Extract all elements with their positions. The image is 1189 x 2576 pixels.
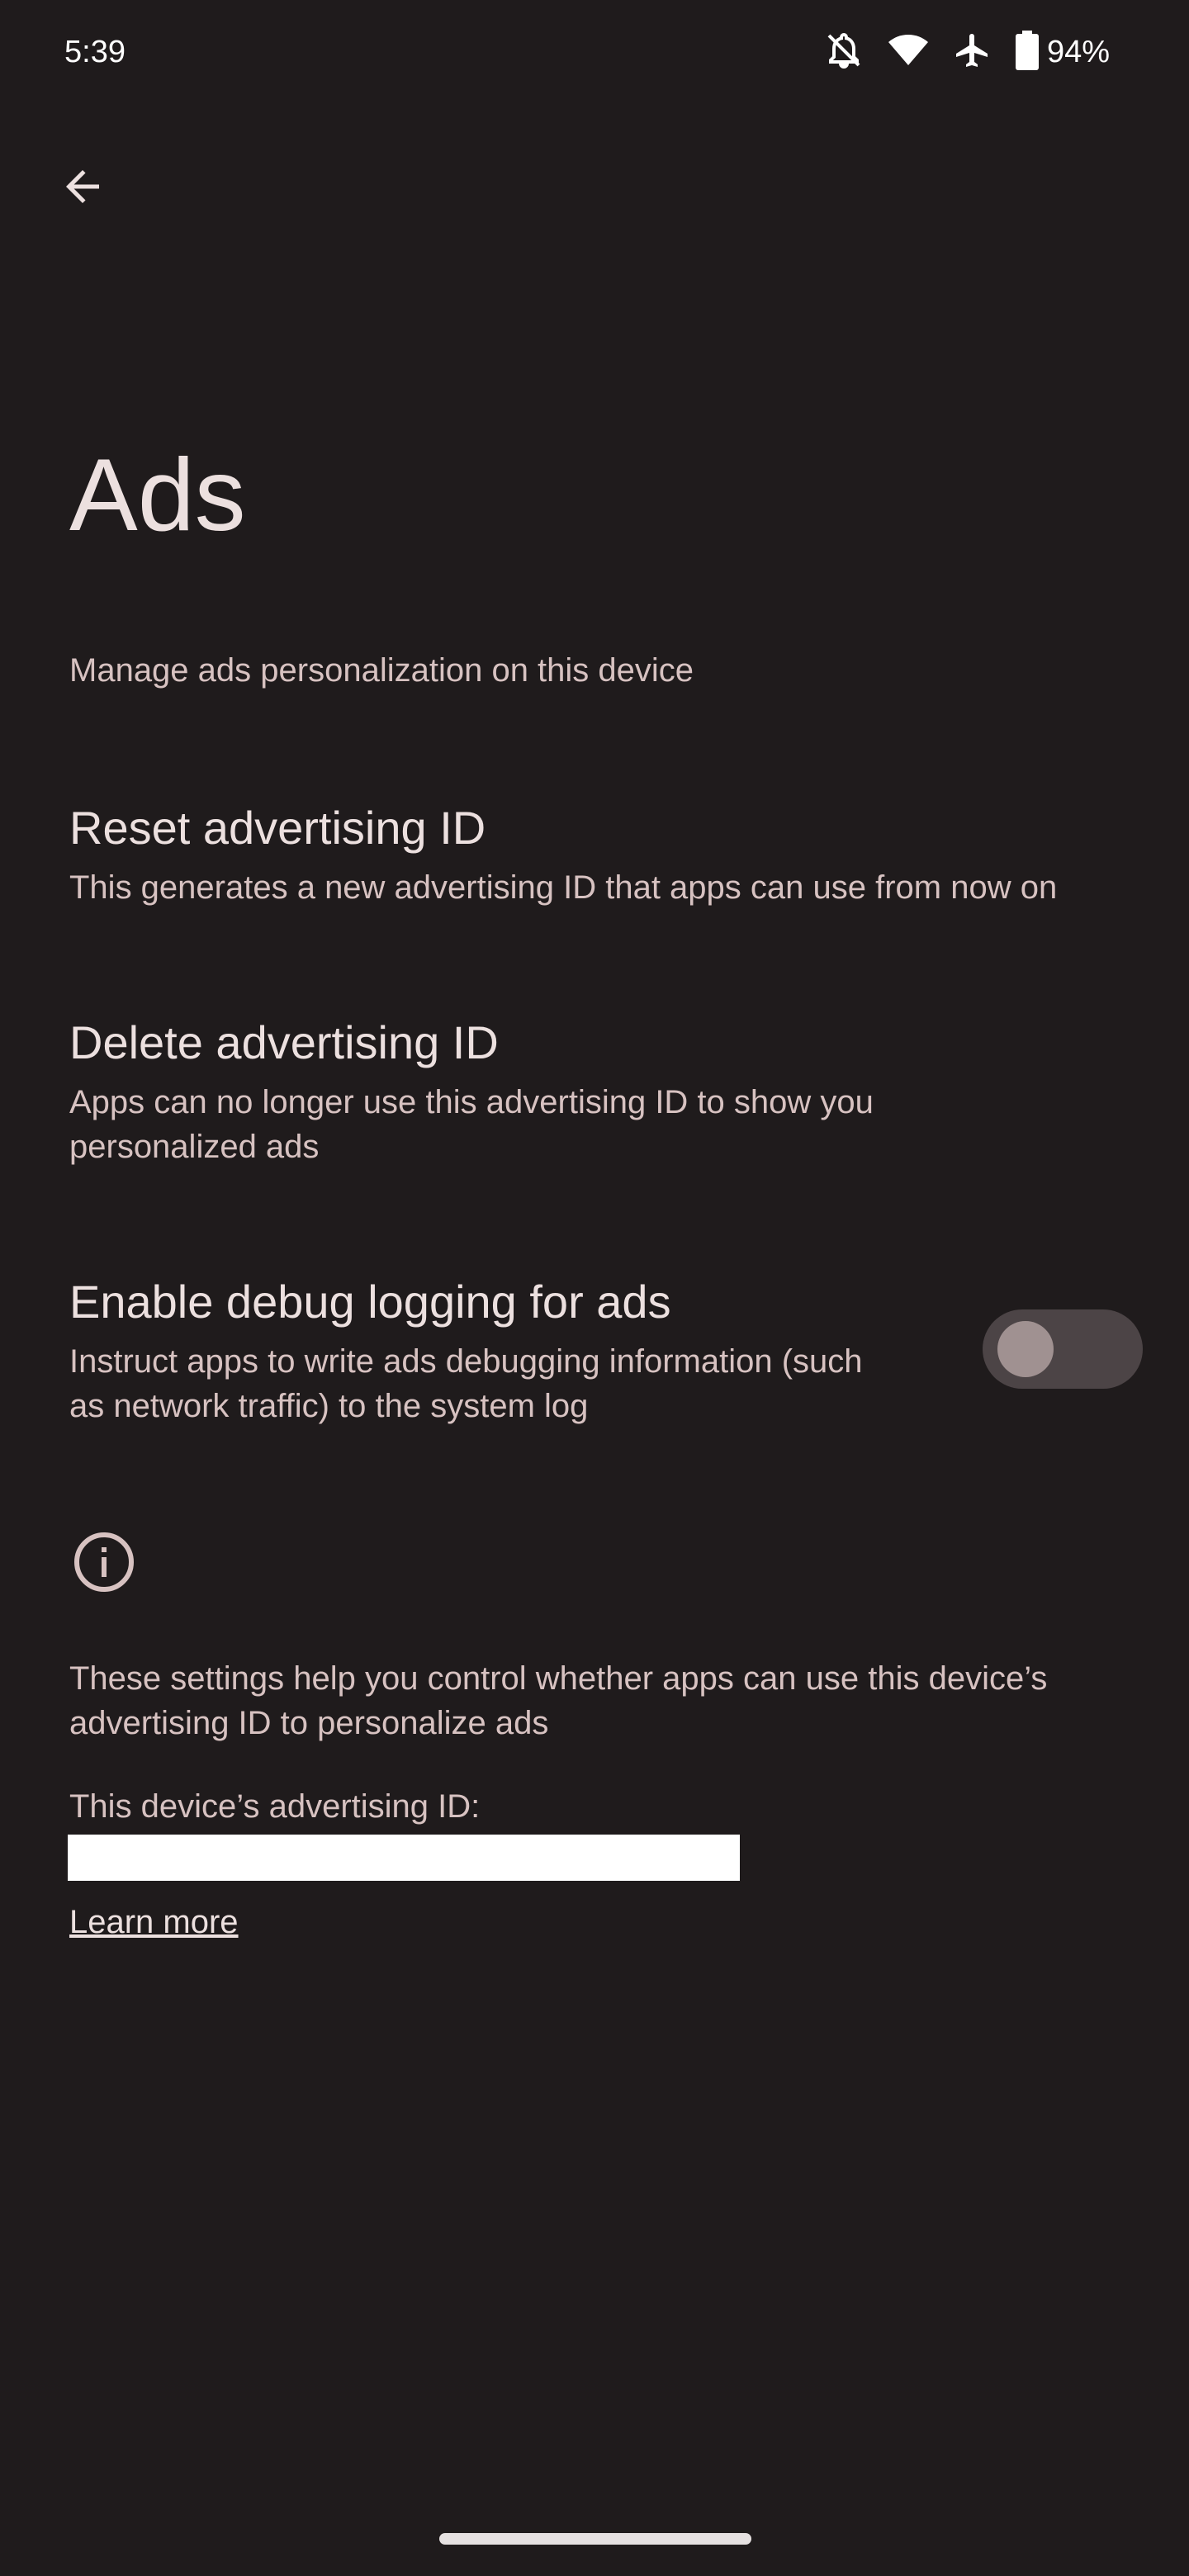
page-description: Manage ads personalization on this devic… xyxy=(69,652,694,689)
delete-advertising-id-summary: Apps can no longer use this advertising … xyxy=(69,1084,874,1165)
back-button[interactable] xyxy=(48,154,117,223)
advertising-id-value xyxy=(68,1835,740,1881)
debug-logging-toggle[interactable] xyxy=(983,1309,1143,1389)
battery-icon xyxy=(1015,30,1039,74)
status-icons: 94% xyxy=(801,30,1110,74)
status-time: 5:39 xyxy=(64,35,126,69)
page-title: Ads xyxy=(69,438,246,552)
advertising-id-label: This device’s advertising ID: xyxy=(69,1788,481,1825)
delete-advertising-id-title: Delete advertising ID xyxy=(69,1016,499,1068)
status-bar: 5:39 94% xyxy=(0,0,1189,107)
wifi-icon xyxy=(887,31,930,74)
battery-percentage: 94% xyxy=(1046,34,1110,69)
info-icon xyxy=(71,1529,137,1595)
reset-advertising-id-title: Reset advertising ID xyxy=(69,802,486,854)
toggle-knob xyxy=(997,1321,1054,1377)
arrow-back-icon xyxy=(58,162,107,215)
learn-more-link[interactable]: Learn more xyxy=(69,1904,239,1941)
gesture-navigation-bar[interactable] xyxy=(439,2533,751,2545)
debug-logging-summary: Instruct apps to write ads debugging inf… xyxy=(69,1343,863,1424)
debug-logging-title: Enable debug logging for ads xyxy=(69,1276,671,1328)
delete-advertising-id-item[interactable]: Delete advertising ID Apps can no longer… xyxy=(0,992,1189,1191)
footer-description: These settings help you control whether … xyxy=(69,1660,1048,1741)
airplane-icon xyxy=(953,31,992,74)
bell-off-icon xyxy=(824,31,864,74)
reset-advertising-id-item[interactable]: Reset advertising ID This generates a ne… xyxy=(0,776,1189,941)
reset-advertising-id-summary: This generates a new advertising ID that… xyxy=(69,869,1058,906)
